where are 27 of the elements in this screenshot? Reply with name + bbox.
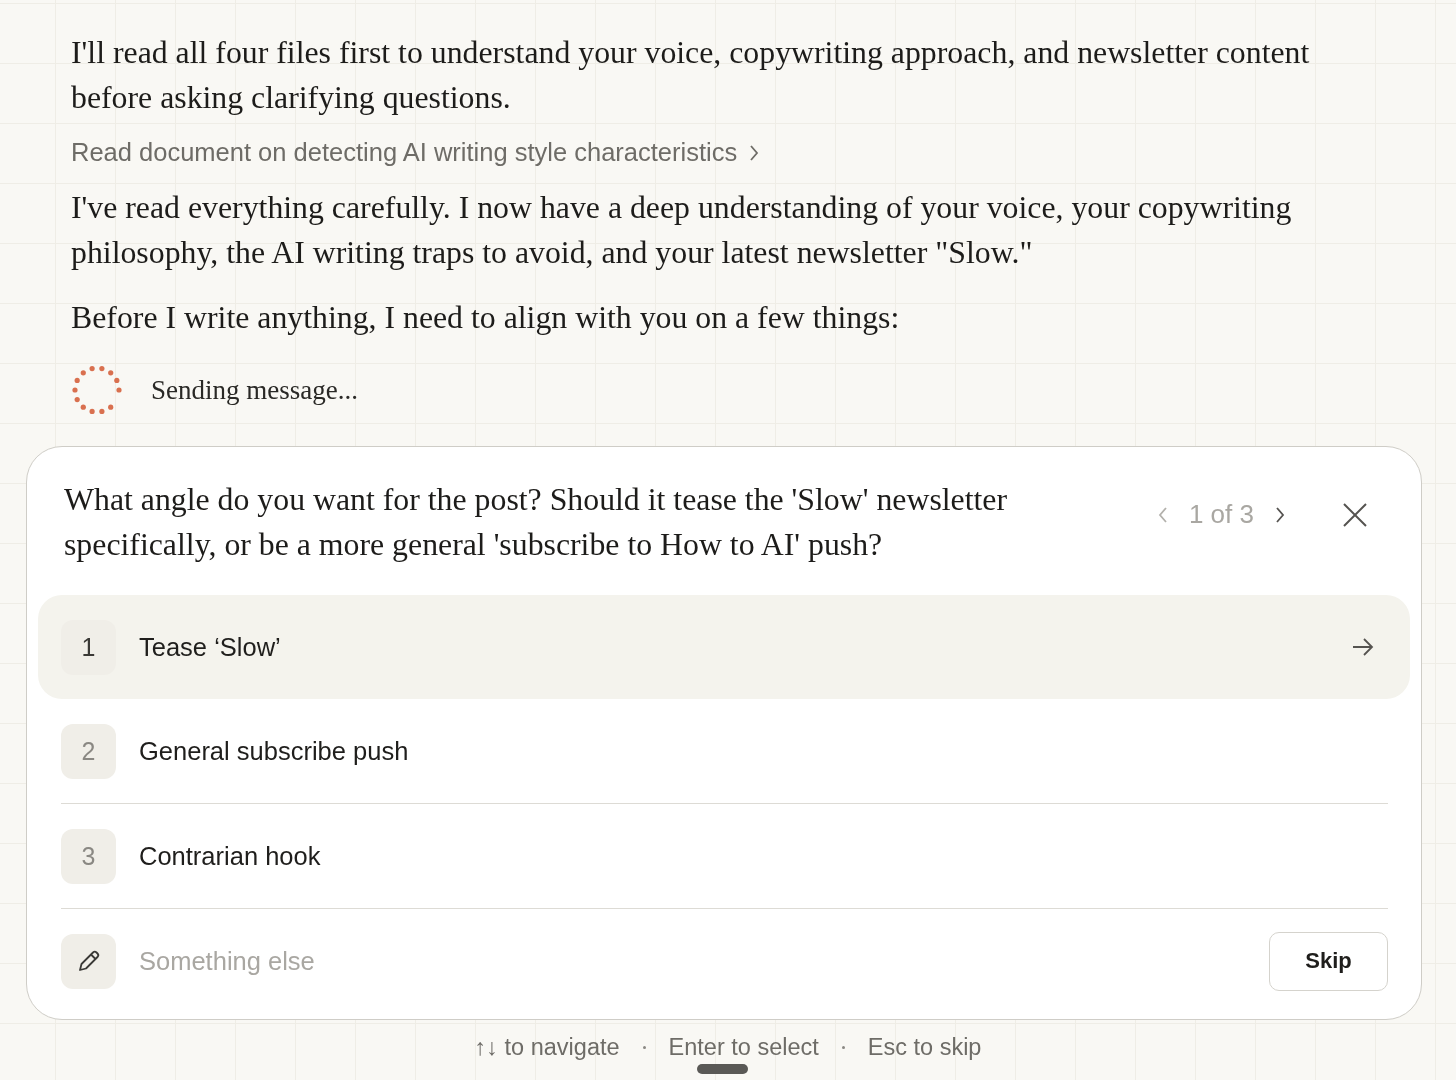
keyboard-hint: ↑↓ to navigate: [474, 1034, 620, 1061]
arrow-right-icon: [1352, 637, 1374, 657]
chevron-right-icon[interactable]: [749, 143, 760, 162]
option-label: General subscribe push: [139, 736, 409, 766]
option-label: Contrarian hook: [139, 841, 321, 871]
tool-step-link[interactable]: Read document on detecting AI writing style characteristics: [71, 138, 738, 167]
skip-button[interactable]: Skip: [1269, 931, 1388, 991]
message-text: I'll read all four files first to understand your voice, copywriting approach, and newsletter content before asking clarifying questions.: [71, 34, 1311, 117]
scroll-handle[interactable]: [697, 1064, 748, 1074]
option-label: Tease ‘Slow’: [139, 632, 281, 662]
option-row[interactable]: 2 General subscribe push: [38, 699, 1410, 803]
message-text: I've read everything carefully. I now have a deep understanding of your voice, your copywriting philosophy, the AI writing traps to avoid, and your latest newsletter "Slow.": [71, 189, 1293, 272]
option-number: 3: [61, 828, 116, 884]
question-text: What angle do you want for the post? Should it tease the 'Slow' newsletter specifically, or be a more general 'subscribe to How to AI' push?: [64, 481, 1009, 564]
option-number: 2: [61, 723, 116, 779]
status-text: Sending message...: [151, 374, 358, 406]
answer-input[interactable]: Something else: [139, 946, 639, 976]
pencil-icon: [61, 933, 116, 989]
option-row[interactable]: 1 Tease ‘Slow’: [38, 595, 1410, 699]
option-row[interactable]: 3 Contrarian hook: [38, 804, 1410, 908]
message-text: Before I write anything, I need to align with you on a few things:: [71, 299, 901, 337]
option-number: 1: [61, 619, 116, 675]
page-indicator: 1 of 3: [1188, 499, 1254, 530]
loading-spinner-icon: [71, 364, 123, 416]
keyboard-hint: Enter to select: [668, 1034, 819, 1061]
close-icon[interactable]: [1342, 501, 1368, 528]
keyboard-hint: Esc to skip: [867, 1034, 982, 1061]
